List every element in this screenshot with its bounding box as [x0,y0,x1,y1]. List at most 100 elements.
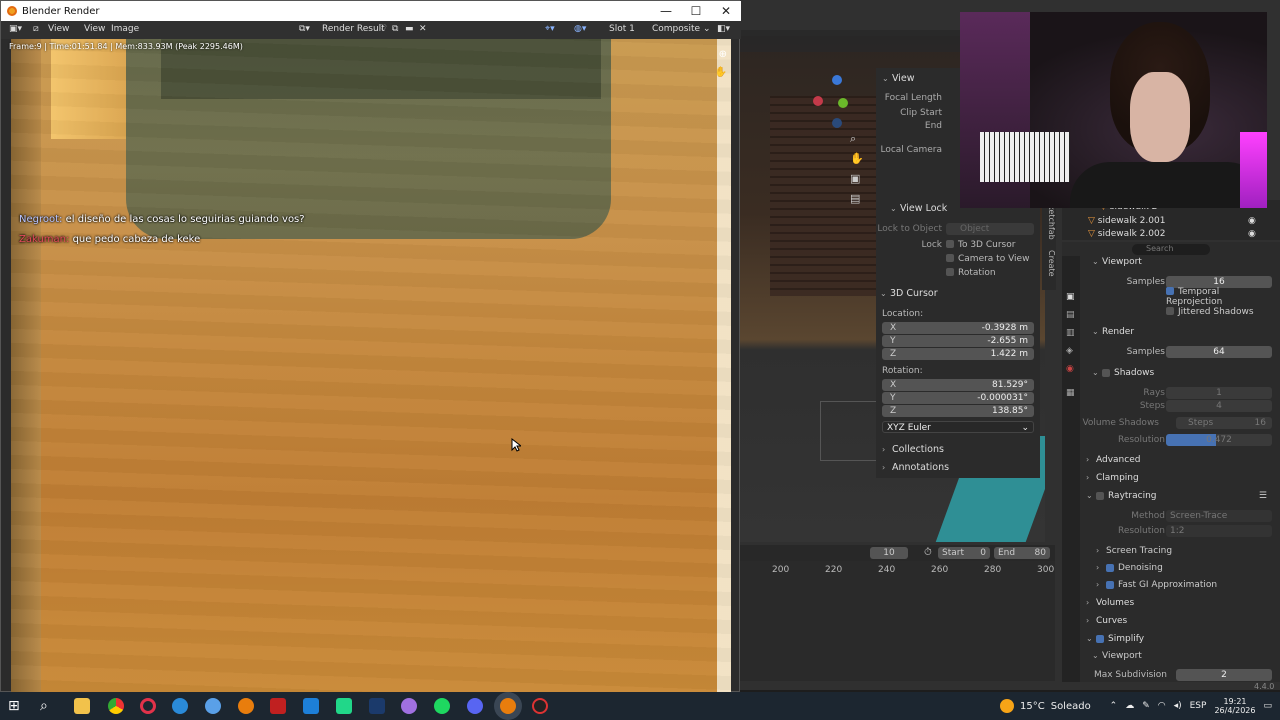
outliner-item[interactable]: ▽ sidewalk 2.002 [1088,229,1165,239]
rotation-mode-dropdown[interactable]: XYZ Euler ⌄ [882,420,1034,433]
wifi-icon[interactable]: ◠ [1158,701,1166,711]
blender-active-icon[interactable] [500,698,516,714]
simplify-panel-header[interactable]: Simplify [1108,634,1144,644]
max-subdivision-field[interactable]: 2 [1176,668,1272,681]
list-icon[interactable]: ☰ [1259,491,1267,501]
properties-search-input[interactable]: Search [1132,244,1210,255]
gizmo-neg-z-icon[interactable] [832,118,842,128]
shadows-panel-header[interactable]: Shadows [1114,368,1154,378]
zoom-icon[interactable]: ⊕ [719,49,727,60]
screen-tracing-panel-header[interactable]: Screen Tracing [1106,546,1172,556]
raytracing-resolution-dropdown[interactable]: 1:2 [1166,524,1272,537]
clamping-panel-header[interactable]: Clamping [1096,473,1139,483]
photos-icon[interactable] [303,698,319,714]
viewport-panel-header[interactable]: Viewport [1102,257,1142,267]
rotation-z-field[interactable]: Z 138.85° [882,404,1034,417]
render-samples-field[interactable]: 64 [1166,345,1272,358]
opera-icon[interactable] [140,698,156,714]
raytracing-panel-header[interactable]: Raytracing [1108,491,1157,501]
maximize-button[interactable]: ☐ [681,1,711,21]
camera-icon[interactable]: ▣ [850,172,860,185]
image-browse-icon[interactable]: ⧉▾ [299,24,310,34]
method-dropdown[interactable]: Screen-Trace [1166,509,1272,522]
search-icon[interactable]: ⌕ [40,698,56,714]
hand-pan-icon[interactable]: ✋ [850,152,864,165]
eye-icon[interactable]: ◉ [1248,229,1256,239]
volumes-panel-header[interactable]: Volumes [1096,598,1134,608]
gizmo-icon[interactable]: ⌖▾ [545,24,555,34]
camera-to-view-checkbox[interactable]: Camera to View [946,254,1029,264]
shadow-resolution-slider[interactable]: 0.472 [1166,433,1272,446]
menu-image[interactable]: Image [111,24,139,34]
clock[interactable]: 19:21 26/4/2026 [1214,697,1255,715]
jittered-shadows-checkbox[interactable]: Jittered Shadows [1166,307,1254,317]
eye-icon[interactable]: ◉ [1248,216,1256,226]
location-x-field[interactable]: X -0.3928 m [882,321,1034,334]
render-result-image[interactable]: ⊕ ✋ [11,39,731,693]
collections-section-header[interactable]: › Collections [876,443,1040,456]
stopwatch-icon[interactable]: ⏱ [924,547,932,558]
tab-create[interactable]: Create [1047,250,1056,277]
notification-icon[interactable]: ▭ [1263,701,1272,711]
render-result-name[interactable]: Render Result [322,24,385,34]
world-icon[interactable]: ◉ [1066,364,1074,374]
view-mode-icon[interactable]: ⧄ [33,24,39,34]
pycharm-icon[interactable] [336,698,352,714]
rotation-lock-checkbox[interactable]: Rotation [946,268,996,278]
blender-icon[interactable] [238,698,254,714]
timeline[interactable]: 200 220 240 260 280 300 [740,561,1055,681]
location-z-field[interactable]: Z 1.422 m [882,347,1034,360]
zoom-icon[interactable]: ⌕ [850,132,856,146]
view-layer-icon[interactable]: ▥ [1066,328,1075,338]
discord-icon[interactable] [467,698,483,714]
chevron-down-icon[interactable]: ⌄ [703,24,711,34]
vegas-icon[interactable] [369,698,385,714]
render-properties-icon[interactable]: ▣ [1066,292,1075,302]
output-properties-icon[interactable]: ▤ [1066,310,1075,320]
gizmo-y-icon[interactable] [838,98,848,108]
annotations-section-header[interactable]: › Annotations [876,461,1040,474]
editor-type-icon[interactable]: ▣▾ [9,24,22,34]
duplicate-icon[interactable]: ⧉ [392,24,398,34]
end-frame-field[interactable]: End 80 [994,547,1050,559]
hand-pan-icon[interactable]: ✋ [715,67,727,78]
close-button[interactable]: ✕ [711,1,741,21]
video-app-icon[interactable] [270,698,286,714]
rotation-x-field[interactable]: X 81.529° [882,378,1034,391]
volume-icon[interactable]: ◂) [1174,701,1182,711]
pen-icon[interactable]: ✎ [1142,701,1150,711]
scene-icon[interactable]: ◈ [1066,346,1073,356]
file-explorer-icon[interactable] [74,698,90,714]
steps-field[interactable]: 4 [1166,399,1272,412]
gizmo-z-icon[interactable] [832,75,842,85]
3d-cursor-section-header[interactable]: ⌄ 3D Cursor [876,287,1040,300]
fake-user-icon[interactable]: ♡ [379,24,387,34]
render-panel-header[interactable]: Render [1102,327,1134,337]
unlink-icon[interactable]: ✕ [419,24,427,34]
onedrive-icon[interactable]: ☁ [1125,701,1134,711]
current-frame-field[interactable]: 10 [870,547,908,559]
overlay-icon[interactable]: ◍▾ [574,24,586,34]
weather-widget[interactable]: 15°C Soleado [1000,692,1091,720]
spotify-icon[interactable] [434,698,450,714]
lock-object-field[interactable]: Object [946,222,1034,235]
chevron-up-icon[interactable]: ⌃ [1110,701,1118,711]
menu-view-1[interactable]: View [48,24,69,34]
obs-icon[interactable] [532,698,548,714]
app-icon[interactable] [401,698,417,714]
display-channels-icon[interactable]: ◧▾ [717,24,730,34]
language-indicator[interactable]: ESP [1190,701,1207,711]
edge-icon[interactable] [172,698,188,714]
minimize-button[interactable]: — [651,1,681,21]
denoising-panel-header[interactable]: Denoising [1118,563,1163,573]
location-y-field[interactable]: Y -2.655 m [882,334,1034,347]
rotation-y-field[interactable]: Y -0.000031° [882,391,1034,404]
temporal-reprojection-checkbox[interactable]: Temporal Reprojection [1166,287,1277,307]
advanced-panel-header[interactable]: Advanced [1096,455,1140,465]
to-3d-cursor-checkbox[interactable]: To 3D Cursor [946,240,1015,250]
fast-gi-panel-header[interactable]: Fast GI Approximation [1118,580,1217,590]
gizmo-x-icon[interactable] [813,96,823,106]
slot-dropdown[interactable]: Slot 1 [609,24,635,34]
windows-start-icon[interactable]: ⊞ [8,698,24,714]
layer-dropdown[interactable]: Composite [652,24,700,34]
